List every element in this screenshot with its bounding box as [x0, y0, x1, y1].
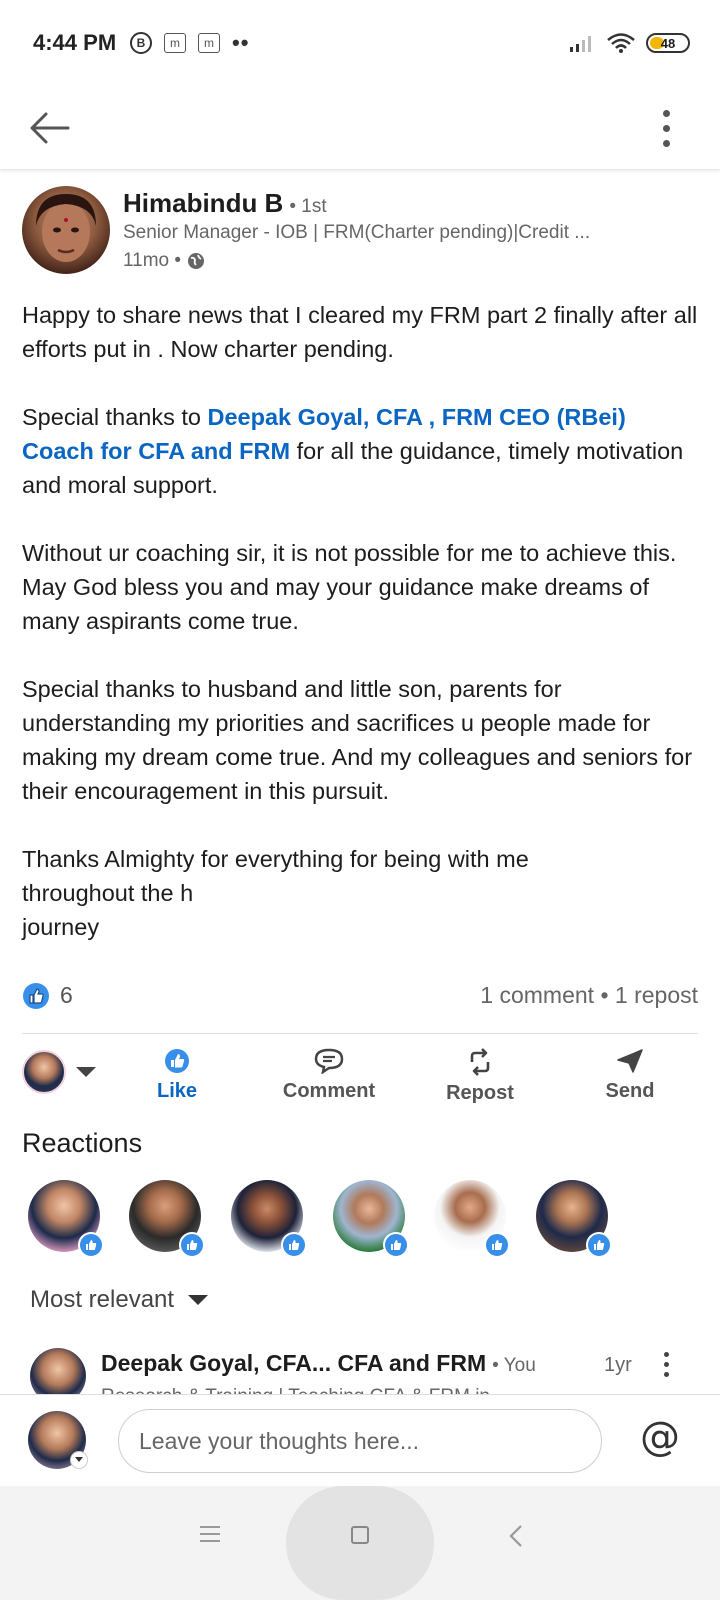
home-button[interactable]: [351, 1526, 369, 1544]
b-app-icon: B: [130, 32, 152, 54]
reactor-avatar[interactable]: [28, 1180, 104, 1258]
author-name[interactable]: Himabindu B: [123, 188, 283, 219]
author-name-row: Himabindu B • 1st: [123, 188, 327, 219]
reactor-avatar[interactable]: [333, 1180, 409, 1258]
comment-item: Deepak Goyal, CFA... CFA and FRM • You 1…: [30, 1346, 700, 1394]
more-notifications-icon: ••: [232, 30, 250, 55]
reactor-avatar[interactable]: [536, 1180, 612, 1258]
post-paragraph: Without ur coaching sir, it is not possi…: [22, 540, 677, 634]
reactor-avatar[interactable]: [129, 1180, 205, 1258]
globe-icon: [188, 253, 205, 269]
chevron-down-icon: [76, 1067, 96, 1077]
mention-button[interactable]: @: [640, 1417, 680, 1457]
chevron-down-icon: [70, 1451, 88, 1469]
like-badge-icon: [586, 1232, 612, 1258]
wifi-icon: [607, 33, 635, 53]
system-navigation-bar: [0, 1486, 720, 1600]
system-indicators: 48: [568, 32, 690, 54]
author-avatar[interactable]: [22, 186, 110, 274]
comment-icon: [314, 1048, 344, 1074]
like-button[interactable]: Like: [152, 1048, 202, 1103]
comment-more-button[interactable]: [664, 1352, 669, 1377]
author-headline: Senior Manager - IOB | FRM(Charter pendi…: [123, 222, 591, 243]
send-icon: [617, 1049, 643, 1073]
like-reaction-icon: [23, 982, 49, 1009]
commenter-avatar[interactable]: [30, 1348, 86, 1394]
status-bar: 4:44 PM B m m •• 48: [0, 0, 720, 86]
post-author[interactable]: Himabindu B • 1st Senior Manager - IOB |…: [22, 186, 702, 278]
commenter-name[interactable]: Deepak Goyal, CFA... CFA and FRM: [101, 1350, 486, 1377]
m-app-icon: m: [198, 33, 220, 53]
like-badge-icon: [281, 1232, 307, 1258]
chevron-left-icon: [509, 1525, 522, 1547]
connection-degree: • 1st: [289, 196, 327, 217]
commenter-headline: Research & Training | Teaching CFA & FRM…: [101, 1386, 506, 1394]
post-meta: 11mo •: [123, 250, 205, 272]
like-badge-icon: [383, 1232, 409, 1258]
comment-sort-dropdown[interactable]: Most relevant: [30, 1286, 209, 1314]
social-counts: 6 1 comment • 1 repost: [22, 974, 698, 1034]
you-label: • You: [492, 1355, 536, 1376]
reactions-count[interactable]: 6: [22, 982, 73, 1010]
reactions-title: Reactions: [22, 1128, 143, 1158]
comments-reposts-count[interactable]: 1 comment • 1 repost: [480, 982, 698, 1009]
compose-bar: @: [0, 1394, 720, 1486]
like-icon: [165, 1049, 189, 1073]
action-bar: Like Comment Repost Send: [22, 1048, 702, 1118]
comment-input[interactable]: [118, 1409, 602, 1473]
reactor-avatar[interactable]: [231, 1180, 307, 1258]
comment-time: 1yr: [604, 1354, 632, 1376]
reactors-list: [28, 1180, 668, 1260]
battery-icon: 48: [646, 33, 690, 53]
post-text: Happy to share news that I cleared my FR…: [22, 298, 702, 944]
my-avatar[interactable]: [28, 1411, 88, 1469]
system-back-button[interactable]: [508, 1524, 524, 1553]
reactor-avatar[interactable]: [434, 1180, 510, 1258]
signal-icon: [570, 36, 591, 52]
app-header: [0, 86, 720, 170]
actor-switcher[interactable]: [22, 1050, 96, 1094]
post-paragraph: Special thanks to husband and little son…: [22, 676, 693, 804]
more-options-button[interactable]: [654, 98, 678, 158]
send-button[interactable]: Send: [600, 1048, 660, 1103]
vertical-dots-icon: [664, 1352, 669, 1357]
vertical-dots-icon: [662, 109, 670, 117]
like-badge-icon: [179, 1232, 205, 1258]
post-paragraph: Special thanks to Deepak Goyal, CFA , FR…: [22, 404, 684, 498]
back-button[interactable]: [28, 108, 72, 148]
repost-button[interactable]: Repost: [440, 1048, 520, 1105]
commenter-name-row: Deepak Goyal, CFA... CFA and FRM • You: [101, 1350, 536, 1377]
repost-icon: [470, 1048, 490, 1076]
comment-button[interactable]: Comment: [279, 1048, 379, 1103]
recent-apps-button[interactable]: [200, 1526, 220, 1542]
post-paragraph: Happy to share news that I cleared my FR…: [22, 302, 698, 362]
chevron-down-icon: [188, 1295, 209, 1305]
arrow-left-icon: [30, 112, 70, 144]
m-app-icon: m: [164, 33, 186, 53]
post-time: 11mo •: [123, 250, 182, 271]
notification-icons: B m m ••: [130, 32, 249, 54]
like-badge-icon: [484, 1232, 510, 1258]
like-badge-icon: [78, 1232, 104, 1258]
post-paragraph: Thanks Almighty for everything for being…: [22, 846, 529, 940]
actor-avatar: [22, 1050, 66, 1094]
status-time: 4:44 PM: [33, 30, 117, 55]
